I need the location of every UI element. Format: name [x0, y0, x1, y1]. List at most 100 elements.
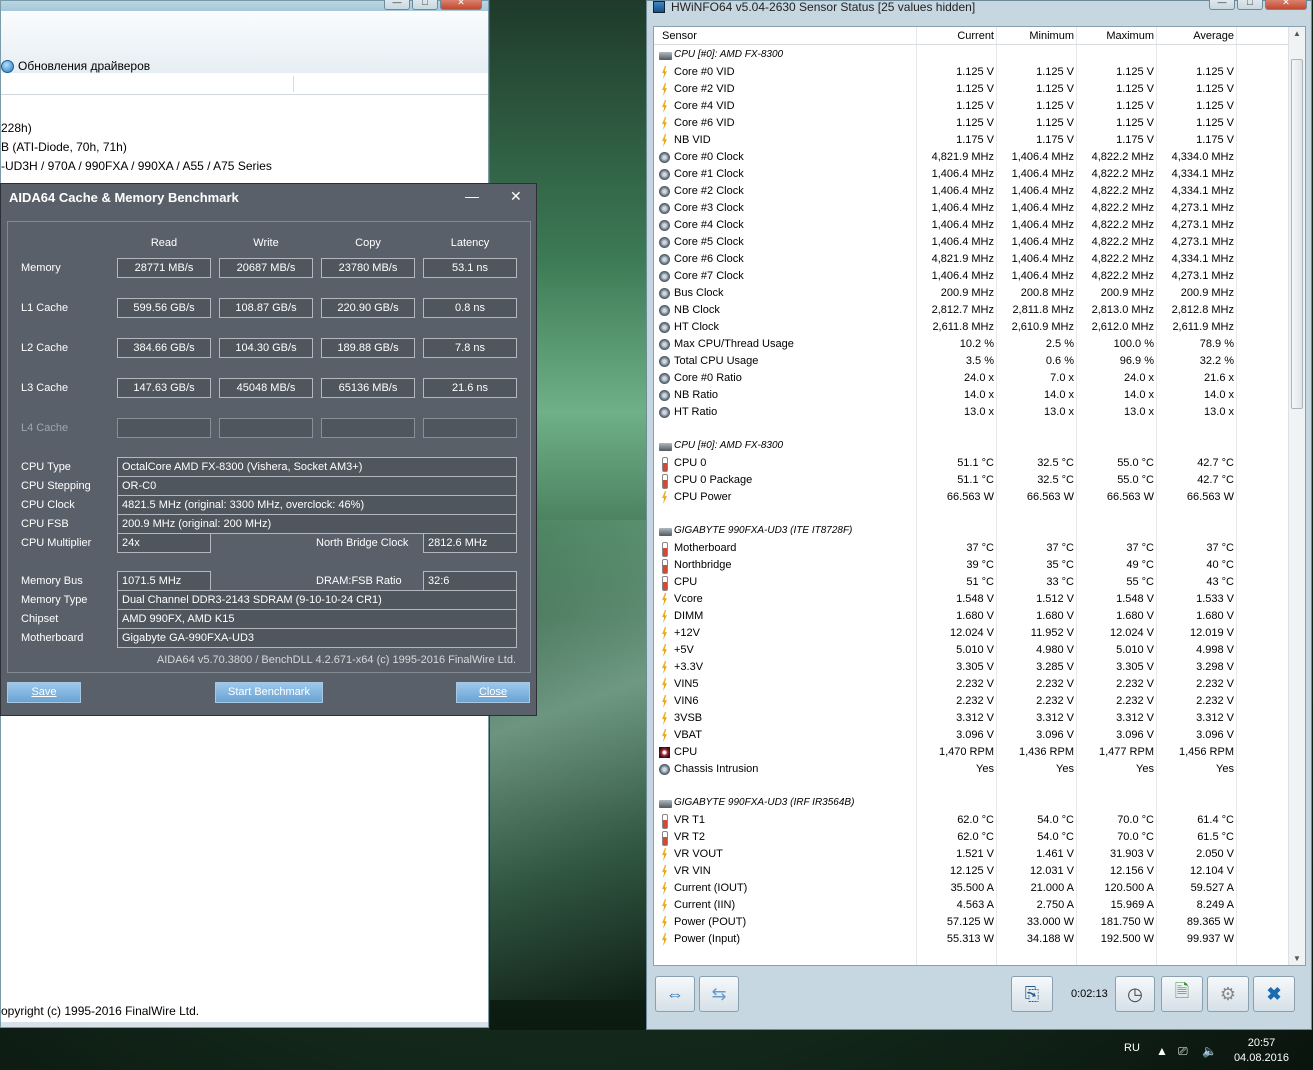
- average-value: 12.104 V: [1189, 865, 1234, 877]
- volume-icon[interactable]: 🔈: [1202, 1044, 1217, 1058]
- minimum-value: 1,406.4 MHz: [1011, 202, 1074, 214]
- sensor-group-header[interactable]: CPU [#0]: AMD FX-8300: [654, 438, 1288, 455]
- header-sensor[interactable]: Sensor: [662, 30, 697, 42]
- sensor-row[interactable]: NB Ratio 14.0 x 14.0 x 14.0 x 14.0 x: [654, 387, 1288, 404]
- sensor-row[interactable]: VR VIN 12.125 V 12.031 V 12.156 V 12.104 V: [654, 863, 1288, 880]
- dialog-minimize-button[interactable]: —: [465, 188, 479, 204]
- sensor-row[interactable]: CPU 0 51.1 °C 32.5 °C 55.0 °C 42.7 °C: [654, 455, 1288, 472]
- sensor-row[interactable]: Vcore 1.548 V 1.512 V 1.548 V 1.533 V: [654, 591, 1288, 608]
- sensor-row[interactable]: Core #3 Clock 1,406.4 MHz 1,406.4 MHz 4,822…: [654, 200, 1288, 217]
- sensor-row[interactable]: CPU 1,470 RPM 1,436 RPM 1,477 RPM 1,456 RPM: [654, 744, 1288, 761]
- current-value: 5.010 V: [956, 644, 994, 656]
- sensor-row[interactable]: Core #4 VID 1.125 V 1.125 V 1.125 V 1.125 V: [654, 98, 1288, 115]
- sensor-row[interactable]: VR T2 62.0 °C 54.0 °C 70.0 °C 61.5 °C: [654, 829, 1288, 846]
- volt-icon: [659, 678, 670, 691]
- scrollbar-thumb[interactable]: [1291, 59, 1303, 409]
- sensor-row[interactable]: Northbridge 39 °C 35 °C 49 °C 40 °C: [654, 557, 1288, 574]
- sensor-row[interactable]: +5V 5.010 V 4.980 V 5.010 V 4.998 V: [654, 642, 1288, 659]
- sensor-row[interactable]: Core #2 VID 1.125 V 1.125 V 1.125 V 1.125 V: [654, 81, 1288, 98]
- sensor-row[interactable]: Bus Clock 200.9 MHz 200.8 MHz 200.9 MHz 200.…: [654, 285, 1288, 302]
- sensor-row[interactable]: CPU 51 °C 33 °C 55 °C 43 °C: [654, 574, 1288, 591]
- sensor-row[interactable]: +3.3V 3.305 V 3.285 V 3.305 V 3.298 V: [654, 659, 1288, 676]
- collapse-arrows-icon[interactable]: ⇆: [699, 976, 739, 1012]
- sensor-row[interactable]: Motherboard 37 °C 37 °C 37 °C 37 °C: [654, 540, 1288, 557]
- gear-icon[interactable]: ⚙: [1207, 976, 1249, 1012]
- header-average[interactable]: Average: [1193, 30, 1234, 42]
- clock-reset-icon[interactable]: ◷: [1115, 976, 1155, 1012]
- save-button[interactable]: Save: [7, 682, 81, 703]
- sensor-row[interactable]: Core #0 Clock 4,821.9 MHz 1,406.4 MHz 4,822…: [654, 149, 1288, 166]
- close-sensors-icon[interactable]: ✖: [1253, 976, 1295, 1012]
- header-current[interactable]: Current: [957, 30, 994, 42]
- volt-icon: [659, 644, 670, 657]
- sensor-row[interactable]: CPU 0 Package 51.1 °C 32.5 °C 55.0 °C 42.7 °…: [654, 472, 1288, 489]
- sensor-row[interactable]: DIMM 1.680 V 1.680 V 1.680 V 1.680 V: [654, 608, 1288, 625]
- sensor-row[interactable]: Total CPU Usage 3.5 % 0.6 % 96.9 % 32.2 %: [654, 353, 1288, 370]
- sensor-row[interactable]: VIN6 2.232 V 2.232 V 2.232 V 2.232 V: [654, 693, 1288, 710]
- current-value: 200.9 MHz: [940, 287, 994, 299]
- sensor-row[interactable]: HT Clock 2,611.8 MHz 2,610.9 MHz 2,612.0 MH…: [654, 319, 1288, 336]
- sensor-row[interactable]: Core #0 Ratio 24.0 x 7.0 x 24.0 x 21.6 x: [654, 370, 1288, 387]
- sensor-row[interactable]: 3VSB 3.312 V 3.312 V 3.312 V 3.312 V: [654, 710, 1288, 727]
- sensor-row[interactable]: Power (POUT) 57.125 W 33.000 W 181.750 W 89.…: [654, 914, 1288, 931]
- sensor-group-header[interactable]: GIGABYTE 990FXA-UD3 (ITE IT8728F): [654, 523, 1288, 540]
- average-value: 61.4 °C: [1197, 814, 1234, 826]
- hwinfo-minimize-button[interactable]: —: [1209, 0, 1235, 10]
- column-write: Write: [253, 237, 279, 249]
- scroll-down-icon[interactable]: ▼: [1293, 954, 1301, 963]
- cpu-clock-value: 4821.5 MHz (original: 3300 MHz, overcloc…: [117, 495, 517, 515]
- close-button[interactable]: ✕: [440, 0, 482, 10]
- sensor-group-header[interactable]: GIGABYTE 990FXA-UD3 (IRF IR3564B): [654, 795, 1288, 812]
- maximum-value: 4,822.2 MHz: [1091, 151, 1154, 163]
- header-maximum[interactable]: Maximum: [1106, 30, 1154, 42]
- sensor-row[interactable]: CPU Power 66.563 W 66.563 W 66.563 W 66.563 …: [654, 489, 1288, 506]
- sensor-row[interactable]: Core #1 Clock 1,406.4 MHz 1,406.4 MHz 4,822…: [654, 166, 1288, 183]
- network-tray-icon[interactable]: ⎚: [1178, 1044, 1188, 1059]
- l2-write: 104.30 GB/s: [219, 338, 313, 358]
- log-file-icon[interactable]: 🗎: [1161, 976, 1203, 1012]
- sensor-row[interactable]: Current (IOUT) 35.500 A 21.000 A 120.500 A 5…: [654, 880, 1288, 897]
- sensor-row[interactable]: Core #2 Clock 1,406.4 MHz 1,406.4 MHz 4,822…: [654, 183, 1288, 200]
- sensor-row[interactable]: VR T1 62.0 °C 54.0 °C 70.0 °C 61.4 °C: [654, 812, 1288, 829]
- average-value: 12.019 V: [1189, 627, 1234, 639]
- sensor-row[interactable]: Power (Input) 55.313 W 34.188 W 192.500 W 99…: [654, 931, 1288, 948]
- network-icon[interactable]: ⎘: [1011, 976, 1053, 1012]
- current-value: 1,406.4 MHz: [931, 202, 994, 214]
- language-indicator[interactable]: RU: [1124, 1042, 1140, 1054]
- sensor-list[interactable]: Sensor Current Minimum Maximum Average C…: [653, 26, 1306, 966]
- sensor-row[interactable]: Core #0 VID 1.125 V 1.125 V 1.125 V 1.125 V: [654, 64, 1288, 81]
- average-value: 99.937 W: [1186, 933, 1234, 945]
- hwinfo-window: HWiNFO64 v5.04-2630 Sensor Status [25 va…: [646, 0, 1312, 1030]
- hwinfo-maximize-button[interactable]: □: [1237, 0, 1263, 10]
- sensor-row[interactable]: Current (IIN) 4.563 A 2.750 A 15.969 A 8.249…: [654, 897, 1288, 914]
- hwinfo-close-button[interactable]: ✕: [1265, 0, 1307, 10]
- expand-arrows-icon[interactable]: ⇔: [655, 976, 695, 1012]
- sensor-row[interactable]: Chassis Intrusion Yes Yes Yes Yes: [654, 761, 1288, 778]
- sensor-row[interactable]: Core #6 Clock 4,821.9 MHz 1,406.4 MHz 4,822…: [654, 251, 1288, 268]
- sensor-row[interactable]: Core #7 Clock 1,406.4 MHz 1,406.4 MHz 4,822…: [654, 268, 1288, 285]
- close-dialog-button[interactable]: Close: [456, 682, 530, 703]
- tray-clock[interactable]: 20:57 04.08.2016: [1234, 1036, 1289, 1066]
- sensor-row[interactable]: Core #5 Clock 1,406.4 MHz 1,406.4 MHz 4,822…: [654, 234, 1288, 251]
- header-minimum[interactable]: Minimum: [1029, 30, 1074, 42]
- sensor-row[interactable]: VIN5 2.232 V 2.232 V 2.232 V 2.232 V: [654, 676, 1288, 693]
- sensor-name: VIN5: [674, 678, 699, 690]
- minimize-button[interactable]: —: [384, 0, 410, 10]
- sensor-row[interactable]: NB VID 1.175 V 1.175 V 1.175 V 1.175 V: [654, 132, 1288, 149]
- sensor-row[interactable]: VR VOUT 1.521 V 1.461 V 31.903 V 2.050 V: [654, 846, 1288, 863]
- maximize-button[interactable]: □: [412, 0, 438, 10]
- sensor-row[interactable]: Core #6 VID 1.125 V 1.125 V 1.125 V 1.125 V: [654, 115, 1288, 132]
- sensor-row[interactable]: +12V 12.024 V 11.952 V 12.024 V 12.019 V: [654, 625, 1288, 642]
- start-benchmark-button[interactable]: Start Benchmark: [215, 682, 323, 703]
- sensor-group-header[interactable]: CPU [#0]: AMD FX-8300: [654, 47, 1288, 64]
- dialog-close-button[interactable]: ✕: [510, 188, 522, 205]
- vertical-scrollbar[interactable]: ▲ ▼: [1288, 27, 1305, 965]
- sensor-row[interactable]: Core #4 Clock 1,406.4 MHz 1,406.4 MHz 4,822…: [654, 217, 1288, 234]
- sensor-row[interactable]: NB Clock 2,812.7 MHz 2,811.8 MHz 2,813.0 MH…: [654, 302, 1288, 319]
- sensor-row[interactable]: VBAT 3.096 V 3.096 V 3.096 V 3.096 V: [654, 727, 1288, 744]
- sensor-row[interactable]: Max CPU/Thread Usage 10.2 % 2.5 % 100.0 % 78…: [654, 336, 1288, 353]
- sensor-row[interactable]: HT Ratio 13.0 x 13.0 x 13.0 x 13.0 x: [654, 404, 1288, 421]
- show-hidden-icons-icon[interactable]: ▲: [1156, 1044, 1168, 1058]
- scroll-up-icon[interactable]: ▲: [1293, 29, 1301, 38]
- memory-read: 28771 MB/s: [117, 258, 211, 278]
